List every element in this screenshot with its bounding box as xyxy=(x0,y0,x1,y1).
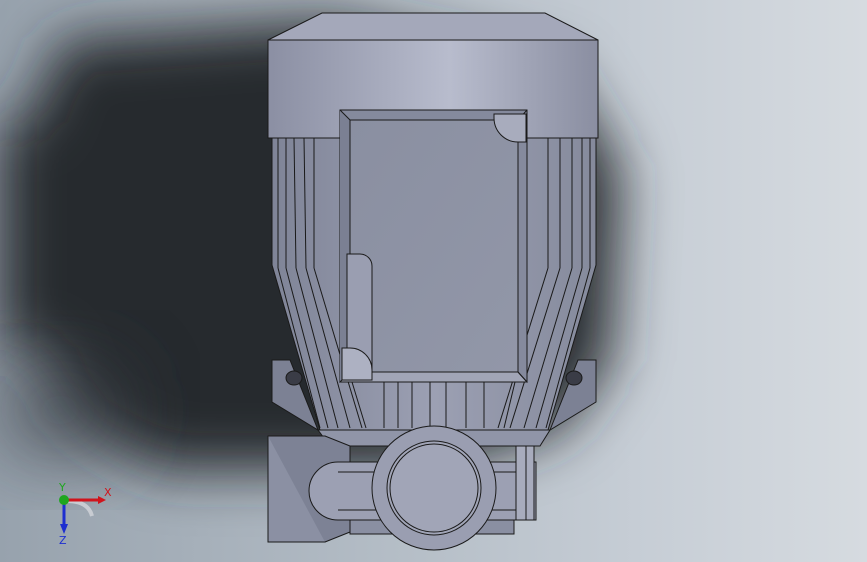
graphics-viewport[interactable]: X Y Z xyxy=(0,0,867,562)
z-axis-label: Z xyxy=(59,534,67,546)
top-cap-bevel xyxy=(267,12,599,41)
terminal-box-face xyxy=(349,119,519,373)
reference-triad: X Y Z xyxy=(58,482,112,546)
shaft-flange-inner xyxy=(386,440,482,536)
y-axis-dot xyxy=(59,495,69,505)
y-axis-label: Y xyxy=(58,482,66,494)
motor-model[interactable] xyxy=(0,0,867,562)
z-axis-arrow xyxy=(60,524,68,534)
x-axis-label: X xyxy=(104,486,112,499)
